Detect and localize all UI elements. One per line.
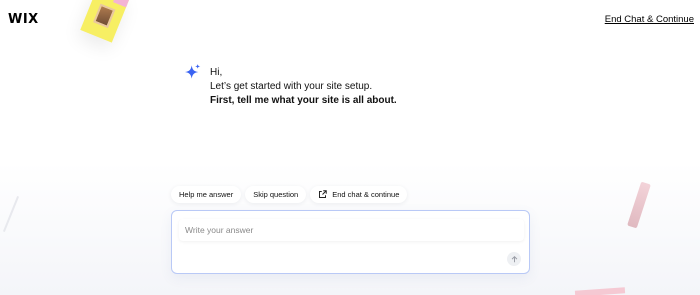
greeting-line: Hi,	[210, 67, 223, 78]
help-me-answer-button[interactable]: Help me answer	[171, 186, 242, 203]
assistant-message: Hi, Let’s get started with your site set…	[210, 66, 397, 108]
answer-box	[171, 210, 530, 274]
decorative-tape	[113, 0, 131, 8]
quick-actions: Help me answer Skip question End chat & …	[171, 186, 408, 203]
question-line: First, tell me what your site is all abo…	[210, 95, 397, 106]
intro-line: Let’s get started with your site setup.	[210, 81, 373, 92]
skip-question-label: Skip question	[253, 190, 299, 199]
end-chat-continue-link[interactable]: End Chat & Continue	[605, 14, 694, 25]
decorative-strip	[627, 181, 651, 229]
sparkle-icon	[185, 64, 201, 79]
wix-logo: WIX	[8, 12, 39, 27]
decorative-card	[80, 0, 131, 43]
arrow-up-icon	[511, 255, 517, 262]
decorative-photo	[93, 3, 116, 29]
decorative-strip-bottom	[574, 287, 626, 295]
external-link-icon	[319, 190, 327, 198]
send-button[interactable]	[507, 252, 521, 266]
help-me-answer-label: Help me answer	[179, 190, 234, 199]
decorative-line	[2, 196, 20, 232]
end-chat-continue-label: End chat & continue	[332, 190, 400, 199]
skip-question-button[interactable]: Skip question	[245, 186, 307, 203]
answer-input[interactable]	[179, 219, 524, 241]
end-chat-continue-button[interactable]: End chat & continue	[310, 186, 408, 203]
